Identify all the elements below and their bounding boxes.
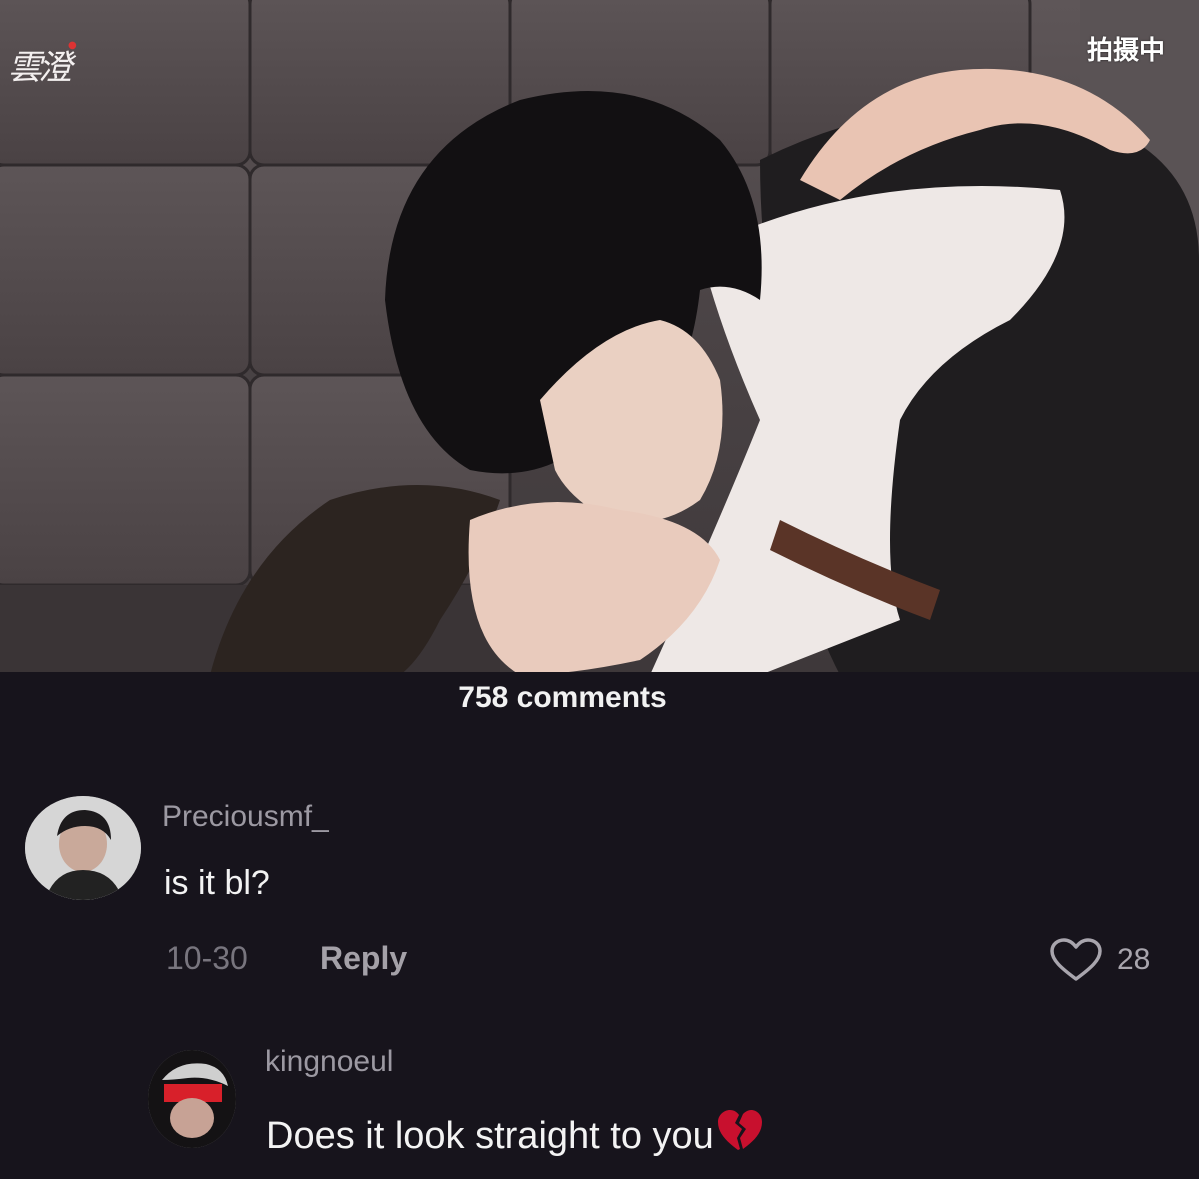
- avatar-image: [148, 1050, 236, 1148]
- broken-heart-icon: [717, 1110, 762, 1150]
- avatar-preciousmf[interactable]: [25, 796, 141, 900]
- comment-text: Does it look straight to you: [266, 1108, 764, 1158]
- recording-status-label: 拍摄中: [1086, 35, 1165, 65]
- comment-text-content: Does it look straight to you: [266, 1115, 714, 1157]
- comment-username[interactable]: Preciousmf_: [162, 800, 329, 834]
- comments-count-header: 758 comments: [0, 672, 1199, 722]
- video-frame[interactable]: 雲澄● 拍摄中: [0, 0, 1199, 675]
- avatar-image: [25, 796, 141, 900]
- comment-text: is it bl?: [164, 864, 270, 902]
- watermark-logo: 雲澄●: [8, 40, 77, 88]
- like-count: 28: [1117, 943, 1151, 976]
- avatar-kingnoeul[interactable]: [148, 1050, 236, 1148]
- reply-button[interactable]: Reply: [320, 940, 407, 977]
- video-scene: [0, 0, 1199, 675]
- comment-date: 10-30: [166, 940, 248, 976]
- comment-username[interactable]: kingnoeul: [265, 1045, 393, 1079]
- heart-outline-icon[interactable]: [1049, 937, 1103, 983]
